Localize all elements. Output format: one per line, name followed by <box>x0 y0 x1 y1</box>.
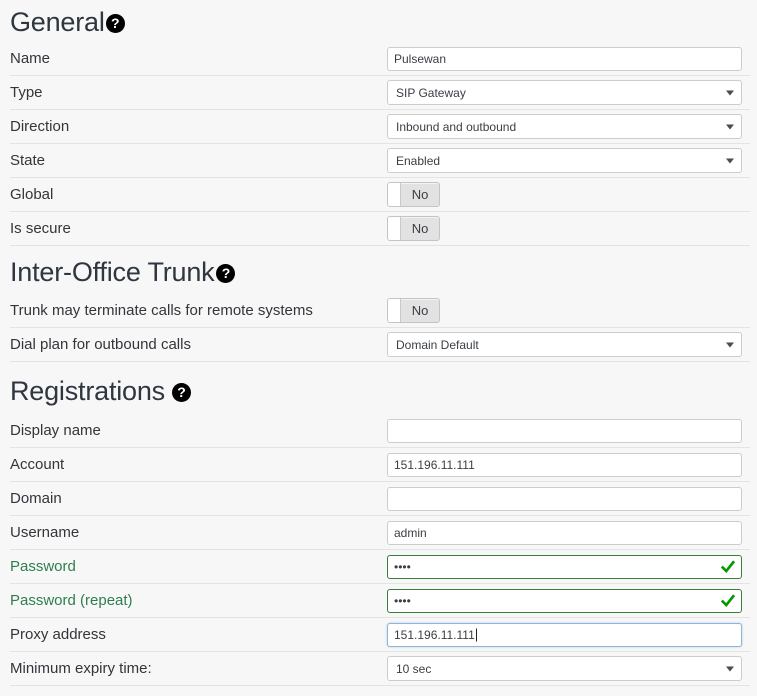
control-direction: Inbound and outbound <box>387 114 750 139</box>
form-row-display-name: Display name <box>10 414 750 448</box>
form-row-password-repeat: Password (repeat) <box>10 584 750 618</box>
form-row-minimum-expiry-time: Minimum expiry time: 10 sec <box>10 652 750 686</box>
form-row-state: State Enabled <box>10 144 750 178</box>
form-row-is-secure: Is secure No <box>10 212 750 246</box>
form-row-type: Type SIP Gateway <box>10 76 750 110</box>
state-select[interactable]: Enabled <box>387 148 742 173</box>
display-name-input[interactable] <box>387 418 742 443</box>
form-row-username: Username <box>10 516 750 550</box>
label-password: Password <box>10 557 76 575</box>
form-row-direction: Direction Inbound and outbound <box>10 110 750 144</box>
toggle-knob <box>388 183 401 206</box>
form-row-account: Account <box>10 448 750 482</box>
label-account: Account <box>10 455 65 473</box>
section-title-inter-office-trunk: Inter-Office Trunk <box>10 257 215 287</box>
label-global: Global <box>10 185 54 203</box>
control-minimum-expiry-time: 10 sec <box>387 656 750 681</box>
label-direction: Direction <box>10 117 70 135</box>
label-username: Username <box>10 523 80 541</box>
direction-select-value: Inbound and outbound <box>396 119 517 134</box>
section-heading-inter-office-trunk: Inter-Office Trunk ? <box>10 246 757 294</box>
chevron-down-icon <box>726 124 734 129</box>
section-heading-general: General ? <box>10 0 757 42</box>
chevron-down-icon <box>726 158 734 163</box>
password-field-wrap <box>387 554 742 579</box>
is-secure-toggle[interactable]: No <box>387 216 440 241</box>
control-domain <box>387 486 750 511</box>
label-dial-plan: Dial plan for outbound calls <box>10 335 191 353</box>
control-dial-plan: Domain Default <box>387 332 750 357</box>
name-input[interactable] <box>387 46 742 71</box>
type-select-value: SIP Gateway <box>396 85 466 100</box>
control-state: Enabled <box>387 148 750 173</box>
label-state: State <box>10 151 46 169</box>
minimum-expiry-time-select[interactable]: 10 sec <box>387 656 742 681</box>
control-name <box>387 46 750 71</box>
chevron-down-icon <box>726 90 734 95</box>
label-display-name: Display name <box>10 421 101 439</box>
control-proxy-address <box>387 622 750 647</box>
minimum-expiry-time-select-value: 10 sec <box>396 661 432 676</box>
chevron-down-icon <box>726 666 734 671</box>
section-title-general: General <box>10 7 105 37</box>
global-toggle[interactable]: No <box>387 182 440 207</box>
state-select-value: Enabled <box>396 153 441 168</box>
form-row-proxy-address: Proxy address <box>10 618 750 652</box>
form-row-dial-plan: Dial plan for outbound calls Domain Defa… <box>10 328 750 362</box>
trunk-terminate-toggle[interactable]: No <box>387 298 440 323</box>
help-circle-icon[interactable]: ? <box>171 382 191 402</box>
label-minimum-expiry-time: Minimum expiry time: <box>10 659 152 677</box>
dial-plan-select-value: Domain Default <box>396 337 479 352</box>
password-repeat-field-wrap <box>387 588 742 613</box>
password-input[interactable] <box>387 554 742 579</box>
username-input[interactable] <box>387 520 742 545</box>
domain-input[interactable] <box>387 486 742 511</box>
control-password <box>387 554 750 579</box>
toggle-knob <box>388 217 401 240</box>
label-proxy-address: Proxy address <box>10 625 106 643</box>
chevron-down-icon <box>726 342 734 347</box>
direction-select[interactable]: Inbound and outbound <box>387 114 742 139</box>
dial-plan-select[interactable]: Domain Default <box>387 332 742 357</box>
trunk-terminate-toggle-label: No <box>411 303 429 318</box>
control-account <box>387 452 750 477</box>
label-password-repeat: Password (repeat) <box>10 591 133 609</box>
type-select[interactable]: SIP Gateway <box>387 80 742 105</box>
label-is-secure: Is secure <box>10 219 71 237</box>
password-repeat-input[interactable] <box>387 588 742 613</box>
global-toggle-label: No <box>411 187 429 202</box>
form-row-trunk-terminate: Trunk may terminate calls for remote sys… <box>10 294 750 328</box>
help-circle-icon[interactable]: ? <box>216 263 236 283</box>
account-input[interactable] <box>387 452 742 477</box>
control-trunk-terminate: No <box>387 298 750 323</box>
control-is-secure: No <box>387 216 750 241</box>
control-global: No <box>387 182 750 207</box>
label-trunk-terminate: Trunk may terminate calls for remote sys… <box>10 301 313 319</box>
label-type: Type <box>10 83 43 101</box>
control-username <box>387 520 750 545</box>
is-secure-toggle-label: No <box>411 221 429 236</box>
form-row-name: Name <box>10 42 750 76</box>
gateway-settings-form: General ? Name Type SIP Gateway Directio… <box>0 0 757 696</box>
proxy-address-input[interactable] <box>387 622 742 647</box>
toggle-knob <box>388 299 401 322</box>
proxy-address-field-wrap <box>387 622 742 647</box>
form-row-domain: Domain <box>10 482 750 516</box>
control-display-name <box>387 418 750 443</box>
section-title-registrations: Registrations <box>10 376 165 406</box>
label-domain: Domain <box>10 489 62 507</box>
section-heading-registrations: Registrations ? <box>10 362 757 414</box>
text-caret <box>476 628 477 641</box>
help-circle-icon[interactable]: ? <box>105 13 125 33</box>
control-type: SIP Gateway <box>387 80 750 105</box>
label-name: Name <box>10 49 51 67</box>
form-row-global: Global No <box>10 178 750 212</box>
control-password-repeat <box>387 588 750 613</box>
form-row-password: Password <box>10 550 750 584</box>
